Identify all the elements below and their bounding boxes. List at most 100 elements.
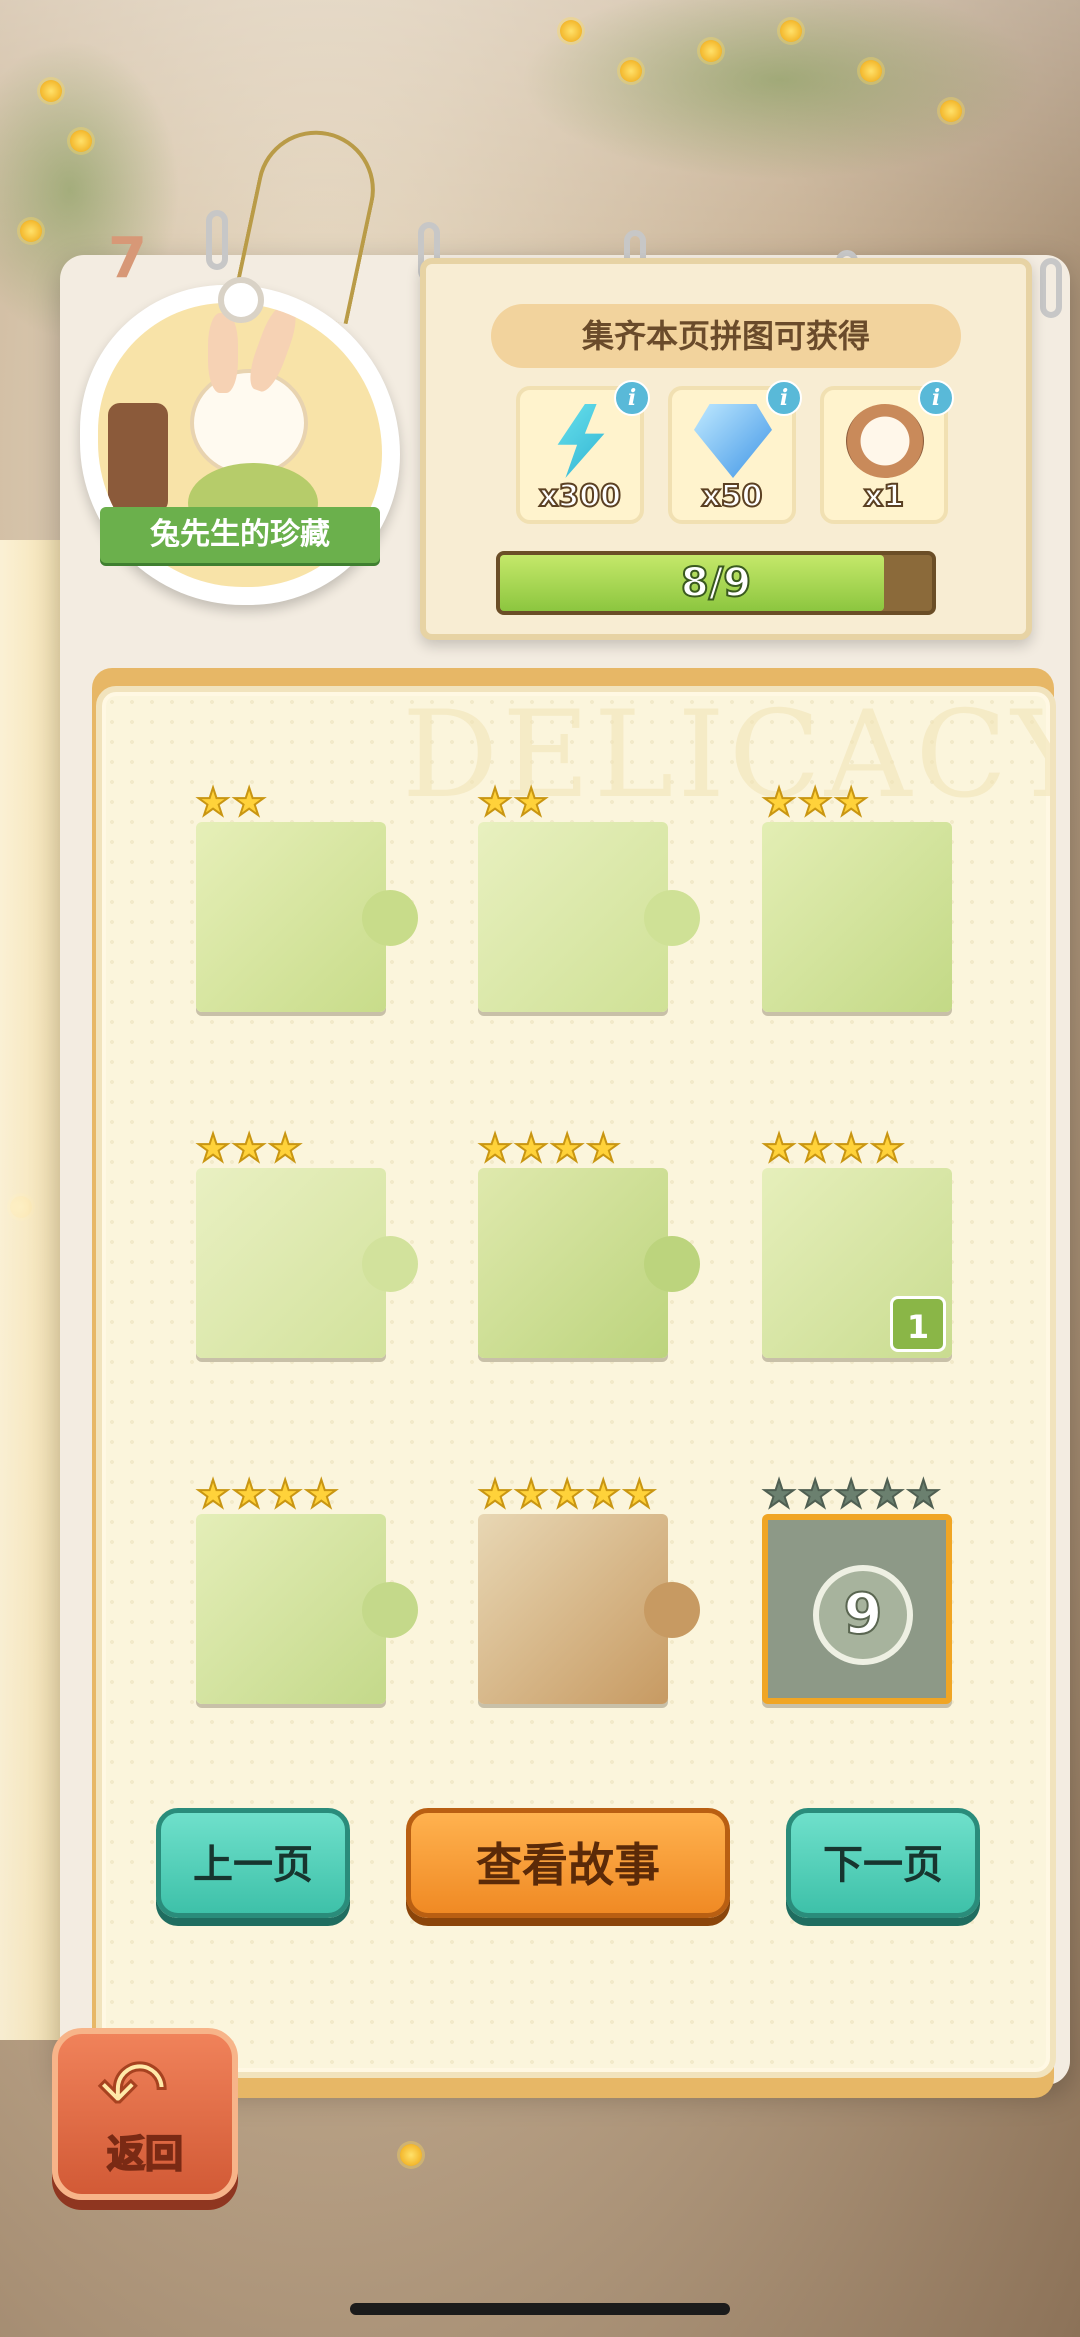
- star-filled-icon: ★: [761, 1126, 797, 1170]
- waffle-cone: [108, 403, 168, 513]
- piece-artwork: [196, 1514, 386, 1704]
- star-filled-icon: ★: [231, 1126, 267, 1170]
- puzzle-piece[interactable]: 9 ★ ★ ★ ★ ★: [761, 1473, 952, 1704]
- piece-tab: [362, 1236, 418, 1292]
- locked-piece-artwork: 9: [762, 1514, 952, 1704]
- star-filled-icon: ★: [513, 780, 549, 824]
- next-page-button[interactable]: 下一页: [786, 1808, 980, 1918]
- tag-title: 兔先生的珍藏: [100, 507, 380, 563]
- star-filled-icon: ★: [549, 1472, 585, 1516]
- star-rating: ★ ★ ★ ★ ★: [761, 1472, 941, 1516]
- star-empty-icon: ★: [797, 1472, 833, 1516]
- piece-tab: [644, 890, 700, 946]
- puzzle-piece[interactable]: ★ ★: [195, 781, 418, 1012]
- piece-tab: [362, 890, 418, 946]
- reward-panel: 集齐本页拼图可获得 x300 i x50 i x1 i 8/9: [420, 258, 1032, 640]
- star-filled-icon: ★: [761, 780, 797, 824]
- puzzle-piece[interactable]: ★ ★ ★: [761, 781, 952, 1012]
- view-story-button[interactable]: 查看故事: [406, 1808, 730, 1918]
- back-label: 返回: [106, 2131, 184, 2177]
- star-empty-icon: ★: [761, 1472, 797, 1516]
- piece-artwork: [478, 822, 668, 1012]
- tag-hole: [218, 277, 264, 323]
- puzzle-piece[interactable]: ★ ★ ★: [195, 1127, 418, 1358]
- piece-tab: [362, 1582, 418, 1638]
- duplicate-count-badge: 1: [890, 1296, 946, 1352]
- star-filled-icon: ★: [195, 1126, 231, 1170]
- back-button[interactable]: ↶ 返回: [52, 2028, 238, 2200]
- lightning-icon: [557, 404, 605, 478]
- flower-icon: [40, 80, 62, 102]
- prev-page-button[interactable]: 上一页: [156, 1808, 350, 1918]
- flower-icon: [400, 2144, 422, 2166]
- flower-icon: [940, 100, 962, 122]
- star-filled-icon: ★: [195, 780, 231, 824]
- reward-count: x1: [863, 478, 905, 515]
- binder-ring: [1040, 258, 1062, 318]
- star-filled-icon: ★: [231, 780, 267, 824]
- flower-icon: [20, 220, 42, 242]
- stopwatch-icon: [846, 404, 924, 478]
- flower-icon: [620, 60, 642, 82]
- level-tag: 兔先生的珍藏: [80, 277, 400, 615]
- piece-artwork: [196, 822, 386, 1012]
- star-filled-icon: ★: [513, 1126, 549, 1170]
- star-filled-icon: ★: [833, 780, 869, 824]
- collection-progress-bar: 8/9: [496, 551, 936, 615]
- star-filled-icon: ★: [231, 1472, 267, 1516]
- star-filled-icon: ★: [303, 1472, 339, 1516]
- star-filled-icon: ★: [797, 780, 833, 824]
- reward-item-energy[interactable]: x300 i: [516, 380, 650, 524]
- puzzle-piece[interactable]: ★ ★ ★ ★: [195, 1473, 418, 1704]
- star-rating: ★ ★ ★: [195, 1126, 303, 1170]
- progress-text: 8/9: [680, 559, 752, 607]
- bunny-face: [194, 373, 304, 473]
- flower-icon: [70, 130, 92, 152]
- star-empty-icon: ★: [905, 1472, 941, 1516]
- star-empty-icon: ★: [869, 1472, 905, 1516]
- star-rating: ★ ★: [477, 780, 549, 824]
- star-filled-icon: ★: [833, 1126, 869, 1170]
- star-filled-icon: ★: [585, 1126, 621, 1170]
- piece-artwork: [762, 822, 952, 1012]
- flower-icon: [860, 60, 882, 82]
- back-arrow-icon: ↶: [96, 2041, 169, 2139]
- reward-count: x50: [700, 478, 763, 515]
- star-filled-icon: ★: [267, 1472, 303, 1516]
- star-rating: ★ ★ ★ ★: [195, 1472, 339, 1516]
- piece-artwork: [196, 1168, 386, 1358]
- star-empty-icon: ★: [833, 1472, 869, 1516]
- star-filled-icon: ★: [621, 1472, 657, 1516]
- star-filled-icon: ★: [477, 1472, 513, 1516]
- star-rating: ★ ★ ★ ★: [477, 1126, 621, 1170]
- home-indicator: [350, 2303, 730, 2315]
- star-filled-icon: ★: [267, 1126, 303, 1170]
- star-filled-icon: ★: [477, 780, 513, 824]
- reward-item-stopwatch[interactable]: x1 i: [820, 380, 954, 524]
- info-icon[interactable]: i: [766, 380, 802, 416]
- flower-icon: [560, 20, 582, 42]
- puzzle-piece[interactable]: 1 ★ ★ ★ ★: [761, 1127, 952, 1358]
- star-rating: ★ ★ ★ ★ ★: [477, 1472, 657, 1516]
- level-number: 7: [108, 226, 147, 291]
- piece-artwork: [478, 1514, 668, 1704]
- info-icon[interactable]: i: [918, 380, 954, 416]
- star-filled-icon: ★: [549, 1126, 585, 1170]
- piece-tab: [644, 1236, 700, 1292]
- info-icon[interactable]: i: [614, 380, 650, 416]
- flower-icon: [780, 20, 802, 42]
- puzzle-piece[interactable]: ★ ★ ★ ★: [477, 1127, 700, 1358]
- flower-icon: [700, 40, 722, 62]
- puzzle-piece[interactable]: ★ ★ ★ ★ ★: [477, 1473, 700, 1704]
- binder-ring: [206, 210, 228, 270]
- star-filled-icon: ★: [513, 1472, 549, 1516]
- star-filled-icon: ★: [477, 1126, 513, 1170]
- star-filled-icon: ★: [869, 1126, 905, 1170]
- puzzle-piece[interactable]: ★ ★: [477, 781, 700, 1012]
- reward-item-diamond[interactable]: x50 i: [668, 380, 802, 524]
- piece-artwork: [478, 1168, 668, 1358]
- locked-piece-number: 9: [813, 1565, 913, 1665]
- star-filled-icon: ★: [585, 1472, 621, 1516]
- star-rating: ★ ★ ★ ★: [761, 1126, 905, 1170]
- reward-title: 集齐本页拼图可获得: [581, 317, 870, 355]
